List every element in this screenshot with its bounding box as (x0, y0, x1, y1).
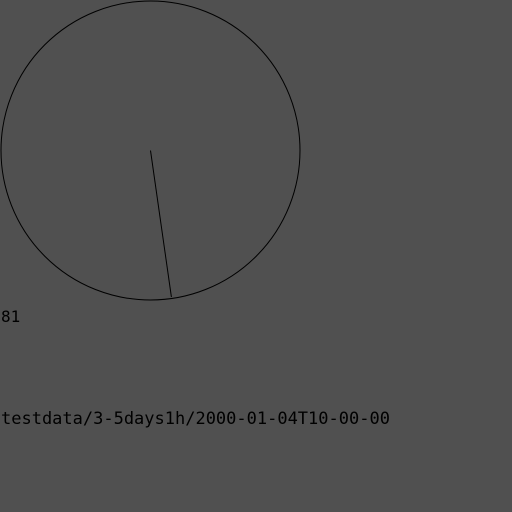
dial-gauge (0, 0, 301, 301)
file-path-label: testdata/3-5days1h/2000-01-04T10-00-00 (1, 409, 390, 429)
dial-needle (150, 150, 172, 298)
value-label: 81 (1, 307, 21, 326)
